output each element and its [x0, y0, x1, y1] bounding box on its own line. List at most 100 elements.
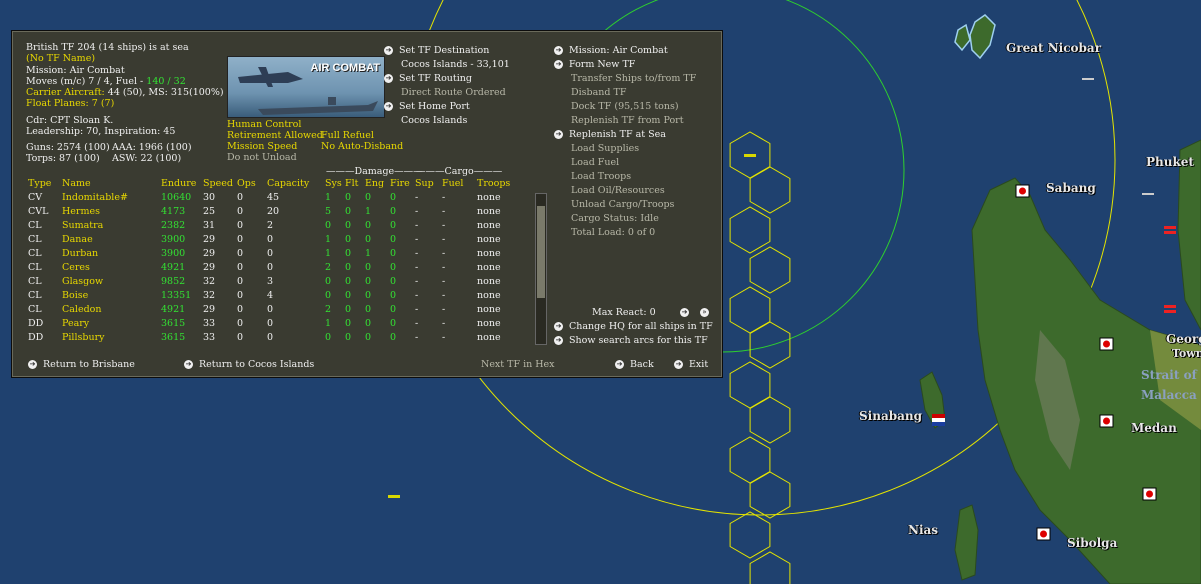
replenish-port-button[interactable]: Replenish TF from Port: [571, 115, 684, 127]
return-to-cocos-button[interactable]: ➔ Return to Cocos Islands: [184, 359, 314, 371]
cell-capacity: 2: [267, 220, 274, 231]
cell-flt: 0: [345, 276, 352, 287]
cell-sup: -: [415, 262, 419, 273]
cell-ops: 0: [237, 290, 244, 301]
cell-sup: -: [415, 192, 419, 203]
col-header-speed[interactable]: Speed: [203, 178, 233, 190]
arrow-right-icon: ➔: [184, 360, 193, 369]
back-button[interactable]: ➔ Back: [615, 359, 654, 371]
cell-flt: 0: [345, 262, 352, 273]
col-header-sup[interactable]: Sup: [415, 178, 434, 190]
damage-group-header: ———Damage———: [326, 166, 423, 177]
col-header-ops[interactable]: Ops: [237, 178, 256, 190]
change-hq-button[interactable]: ➔ Change HQ for all ships in TF: [554, 321, 713, 333]
label-sinabang: Sinabang: [859, 409, 923, 423]
set-home-port-button[interactable]: ➔ Set Home Port: [384, 101, 470, 113]
return-cocos-label: Return to Cocos Islands: [199, 359, 315, 370]
arrow-right-icon: ➔: [554, 60, 563, 69]
cell-sys: 1: [325, 318, 332, 329]
home-port-value: Cocos Islands: [401, 115, 468, 126]
opt-no-auto-disband[interactable]: No Auto-Disband: [321, 141, 403, 153]
scrollbar-thumb[interactable]: [537, 206, 545, 298]
load-fuel-button[interactable]: Load Fuel: [571, 157, 619, 169]
exit-button[interactable]: ➔ Exit: [674, 359, 708, 371]
col-header-type[interactable]: Type: [28, 178, 51, 190]
load-supplies-button[interactable]: Load Supplies: [571, 143, 639, 155]
max-react: Max React: 0: [592, 307, 656, 318]
form-new-tf-label: Form New TF: [569, 59, 636, 70]
double-arrow-icon: »: [700, 308, 709, 317]
col-header-flt[interactable]: Flt: [345, 178, 358, 190]
cell-sys: 1: [325, 248, 332, 259]
show-arcs-label: Show search arcs for this TF: [569, 335, 708, 346]
react-increase-button[interactable]: »: [700, 307, 715, 319]
cell-fuel: -: [442, 332, 446, 343]
tf-float-planes[interactable]: Float Planes: 7 (7): [26, 98, 114, 110]
dock-tf-button[interactable]: Dock TF (95,515 tons): [571, 101, 679, 113]
form-new-tf-button[interactable]: ➔ Form New TF: [554, 59, 635, 71]
mission-button[interactable]: ➔ Mission: Air Combat: [554, 45, 668, 57]
cell-name[interactable]: Danae: [62, 234, 93, 246]
cell-sup: -: [415, 276, 419, 287]
react-decrease-button[interactable]: ➔: [680, 307, 695, 319]
cell-endure: 4173: [161, 206, 186, 217]
cell-type: CL: [28, 290, 42, 301]
cell-type: CL: [28, 248, 42, 259]
replenish-sea-button[interactable]: ➔ Replenish TF at Sea: [554, 129, 666, 141]
cell-capacity: 0: [267, 332, 274, 343]
cell-capacity: 0: [267, 248, 274, 259]
cell-name[interactable]: Peary: [62, 318, 89, 330]
cell-name[interactable]: Pillsbury: [62, 332, 105, 344]
transfer-ships-button[interactable]: Transfer Ships to/from TF: [571, 73, 696, 85]
col-header-name[interactable]: Name: [62, 178, 91, 190]
cell-speed: 32: [203, 290, 216, 301]
load-troops-button[interactable]: Load Troops: [571, 171, 631, 183]
cell-name[interactable]: Glasgow: [62, 276, 103, 288]
set-tf-destination-button[interactable]: ➔ Set TF Destination: [384, 45, 489, 57]
col-header-eng[interactable]: Eng: [365, 178, 384, 190]
opt-do-not-unload[interactable]: Do not Unload: [227, 152, 297, 164]
load-oil-button[interactable]: Load Oil/Resources: [571, 185, 665, 197]
cell-troops: none: [477, 318, 501, 329]
unload-cargo-button[interactable]: Unload Cargo/Troops: [571, 199, 674, 211]
tf-name[interactable]: (No TF Name): [26, 53, 95, 65]
col-header-capacity[interactable]: Capacity: [267, 178, 309, 190]
cell-sup: -: [415, 318, 419, 329]
dutch-base[interactable]: [932, 414, 945, 426]
cell-sup: -: [415, 304, 419, 315]
next-tf-in-hex-button[interactable]: Next TF in Hex: [481, 359, 555, 371]
col-header-fire[interactable]: Fire: [390, 178, 410, 190]
cell-flt: 0: [345, 248, 352, 259]
cell-troops: none: [477, 248, 501, 259]
disband-tf-button[interactable]: Disband TF: [571, 87, 626, 99]
cell-sys: 2: [325, 304, 332, 315]
cell-troops: none: [477, 192, 501, 203]
cell-name[interactable]: Caledon: [62, 304, 102, 316]
tf-leadership: Leadership: 70, Inspiration: 45: [26, 126, 176, 137]
direct-route-text: Direct Route Ordered: [401, 87, 506, 98]
cell-speed: 31: [203, 220, 216, 231]
arrow-right-icon: ➔: [28, 360, 37, 369]
label-phuket: Phuket: [1146, 155, 1194, 169]
show-search-arcs-button[interactable]: ➔ Show search arcs for this TF: [554, 335, 708, 347]
cell-endure: 4921: [161, 262, 186, 273]
cell-name[interactable]: Ceres: [62, 262, 90, 274]
col-header-endure[interactable]: Endure: [161, 178, 196, 190]
cell-name[interactable]: Durban: [62, 248, 98, 260]
ship-list-scrollbar[interactable]: [535, 193, 547, 345]
cell-fuel: -: [442, 276, 446, 287]
col-header-sys[interactable]: Sys: [325, 178, 342, 190]
cell-fire: 0: [390, 304, 397, 315]
col-header-fuel[interactable]: Fuel: [442, 178, 463, 190]
return-to-brisbane-button[interactable]: ➔ Return to Brisbane: [28, 359, 135, 371]
cell-name[interactable]: Indomitable#: [62, 192, 128, 204]
cell-fuel: -: [442, 290, 446, 301]
label-sabang: Sabang: [1046, 181, 1096, 195]
cell-eng: 0: [365, 290, 372, 301]
total-load: Total Load: 0 of 0: [571, 227, 656, 238]
set-tf-routing-button[interactable]: ➔ Set TF Routing: [384, 73, 472, 85]
cell-name[interactable]: Sumatra: [62, 220, 103, 232]
cell-name[interactable]: Hermes: [62, 206, 100, 218]
cell-name[interactable]: Boise: [62, 290, 88, 302]
col-header-troops[interactable]: Troops: [477, 178, 510, 190]
